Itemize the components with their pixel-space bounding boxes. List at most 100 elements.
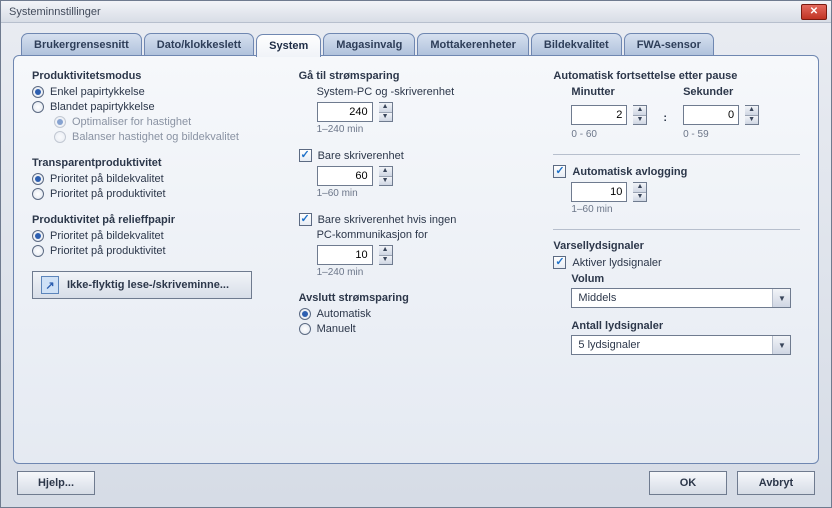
check-autologoff[interactable] <box>553 165 566 178</box>
spin-up-icon[interactable]: ▲ <box>745 106 758 116</box>
label-trans-prod: Prioritet på produktivitet <box>50 188 166 200</box>
check-printer-only[interactable] <box>299 149 312 162</box>
check-enable-alert[interactable] <box>553 256 566 269</box>
separator <box>553 154 800 155</box>
footer: Hjelp... OK Avbryt <box>13 464 819 499</box>
input-system-pc[interactable] <box>317 102 373 122</box>
tab-tray[interactable]: Magasinvalg <box>323 33 415 55</box>
label-nocomm2: PC-kommunikasjon for <box>317 229 534 241</box>
radio-mixed-thickness[interactable] <box>32 101 44 113</box>
radio-exit-manual[interactable] <box>299 323 311 335</box>
input-nocomm[interactable] <box>317 245 373 265</box>
spin-down-icon[interactable]: ▼ <box>379 256 392 265</box>
label-balance: Balanser hastighet og bildekvalitet <box>72 131 239 143</box>
spinner-system-pc[interactable]: ▲▼ <box>379 102 393 122</box>
power-save-title: Gå til strømsparing <box>299 70 534 82</box>
spinner-seconds[interactable]: ▲▼ <box>745 105 759 125</box>
minutes-label: Minutter <box>571 86 647 98</box>
label-mixed-thickness: Blandet papirtykkelse <box>50 101 155 113</box>
productivity-mode-title: Produktivitetsmodus <box>32 70 279 82</box>
separator <box>553 229 800 230</box>
label-autologoff: Automatisk avlogging <box>572 166 687 178</box>
autologoff-range: 1–60 min <box>571 204 800 215</box>
volume-label: Volum <box>571 273 800 285</box>
check-nocomm[interactable] <box>299 213 312 226</box>
column-productivity: Produktivitetsmodus Enkel papirtykkelse … <box>32 70 279 453</box>
cancel-button[interactable]: Avbryt <box>737 471 815 495</box>
spinner-printer-only[interactable]: ▲▼ <box>379 166 393 186</box>
radio-balance <box>54 131 66 143</box>
radio-trans-quality[interactable] <box>32 173 44 185</box>
radio-relief-prod[interactable] <box>32 245 44 257</box>
label-relief-quality: Prioritet på bildekvalitet <box>50 230 164 242</box>
spinner-minutes[interactable]: ▲▼ <box>633 105 647 125</box>
time-colon: : <box>663 86 667 124</box>
radio-relief-quality[interactable] <box>32 230 44 242</box>
tab-system[interactable]: System <box>256 34 321 57</box>
range-printer-only: 1–60 min <box>317 188 534 199</box>
spin-up-icon[interactable]: ▲ <box>633 106 646 116</box>
nvm-button[interactable]: ↗ Ikke-flyktig lese-/skriveminne... <box>32 271 252 299</box>
exit-power-title: Avslutt strømsparing <box>299 292 534 304</box>
dropdown-volume[interactable]: Middels ▼ <box>571 288 791 308</box>
label-enable-alert: Aktiver lydsignaler <box>572 257 661 269</box>
spin-up-icon[interactable]: ▲ <box>379 167 392 177</box>
input-autologoff[interactable] <box>571 182 627 202</box>
spin-up-icon[interactable]: ▲ <box>379 246 392 256</box>
label-nocomm: Bare skriverenhet hvis ingen <box>318 214 457 226</box>
input-minutes[interactable] <box>571 105 627 125</box>
tab-imagequality[interactable]: Bildekvalitet <box>531 33 622 55</box>
titlebar: Systeminnstillinger ✕ <box>1 1 831 23</box>
dropdown-count[interactable]: 5 lydsignaler ▼ <box>571 335 791 355</box>
seconds-label: Sekunder <box>683 86 759 98</box>
spinner-nocomm[interactable]: ▲▼ <box>379 245 393 265</box>
close-icon[interactable]: ✕ <box>801 4 827 20</box>
client-area: Brukergrensesnitt Dato/klokkeslett Syste… <box>1 23 831 507</box>
tabstrip: Brukergrensesnitt Dato/klokkeslett Syste… <box>13 33 819 56</box>
chevron-down-icon[interactable]: ▼ <box>772 336 790 354</box>
transparency-title: Transparentproduktivitet <box>32 157 279 169</box>
label-optimize-speed: Optimaliser for hastighet <box>72 116 191 128</box>
nvm-label: Ikke-flyktig lese-/skriveminne... <box>67 279 229 291</box>
nvm-icon: ↗ <box>41 276 59 294</box>
spin-down-icon[interactable]: ▼ <box>379 113 392 122</box>
input-seconds[interactable] <box>683 105 739 125</box>
tab-fwa[interactable]: FWA-sensor <box>624 33 714 55</box>
radio-simple-thickness[interactable] <box>32 86 44 98</box>
label-exit-auto: Automatisk <box>317 308 371 320</box>
count-label: Antall lydsignaler <box>571 320 800 332</box>
column-power: Gå til strømsparing System-PC og -skrive… <box>299 70 534 453</box>
spinner-autologoff[interactable]: ▲▼ <box>633 182 647 202</box>
range-system-pc: 1–240 min <box>317 124 534 135</box>
label-relief-prod: Prioritet på produktivitet <box>50 245 166 257</box>
label-printer-only: Bare skriverenhet <box>318 150 404 162</box>
spin-down-icon[interactable]: ▼ <box>379 177 392 186</box>
label-exit-manual: Manuelt <box>317 323 356 335</box>
tab-panel-system: Produktivitetsmodus Enkel papirtykkelse … <box>13 55 819 464</box>
help-button[interactable]: Hjelp... <box>17 471 95 495</box>
radio-exit-auto[interactable] <box>299 308 311 320</box>
radio-optimize-speed <box>54 116 66 128</box>
spin-down-icon[interactable]: ▼ <box>633 193 646 202</box>
tab-datetime[interactable]: Dato/klokkeslett <box>144 33 254 55</box>
spin-up-icon[interactable]: ▲ <box>379 103 392 113</box>
count-value: 5 lydsignaler <box>572 339 772 351</box>
volume-value: Middels <box>572 292 772 304</box>
spin-up-icon[interactable]: ▲ <box>633 183 646 193</box>
label-trans-quality: Prioritet på bildekvalitet <box>50 173 164 185</box>
ok-button[interactable]: OK <box>649 471 727 495</box>
spin-down-icon[interactable]: ▼ <box>633 116 646 125</box>
system-settings-window: Systeminnstillinger ✕ Brukergrensesnitt … <box>0 0 832 508</box>
label-simple-thickness: Enkel papirtykkelse <box>50 86 145 98</box>
spin-down-icon[interactable]: ▼ <box>745 116 758 125</box>
tab-output[interactable]: Mottakerenheter <box>417 33 529 55</box>
tab-ui[interactable]: Brukergrensesnitt <box>21 33 142 55</box>
minutes-range: 0 - 60 <box>571 129 647 140</box>
chevron-down-icon[interactable]: ▼ <box>772 289 790 307</box>
window-title: Systeminnstillinger <box>9 6 101 18</box>
alert-title: Varsellydsignaler <box>553 240 800 252</box>
input-printer-only[interactable] <box>317 166 373 186</box>
range-nocomm: 1–240 min <box>317 267 534 278</box>
radio-trans-prod[interactable] <box>32 188 44 200</box>
seconds-range: 0 - 59 <box>683 129 759 140</box>
